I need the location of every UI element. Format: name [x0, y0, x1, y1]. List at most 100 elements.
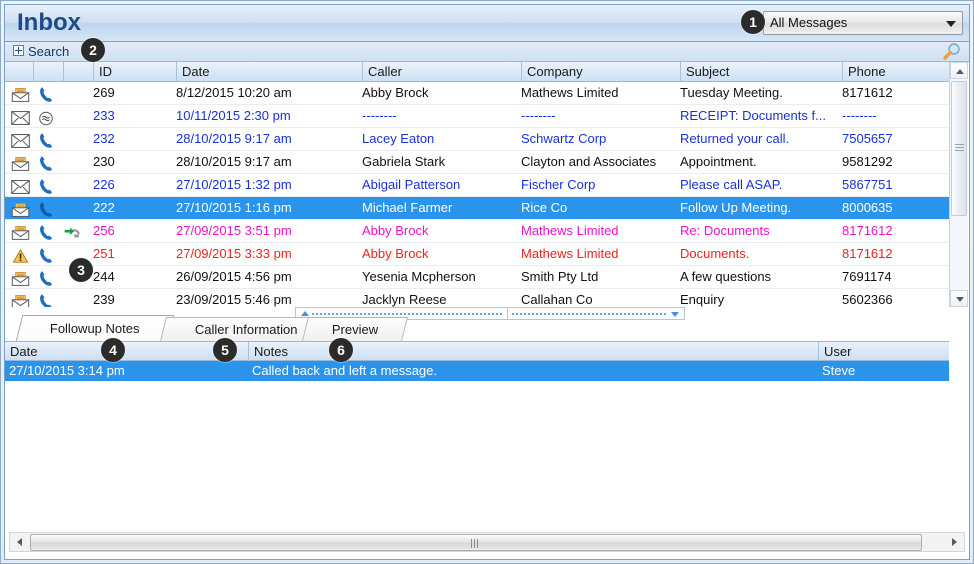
- cell-subject: Re: Documents: [680, 223, 770, 238]
- cell-id: 233: [93, 108, 115, 123]
- bottom-horizontal-scrollbar[interactable]: [9, 532, 965, 552]
- cell-id: 251: [93, 246, 115, 261]
- cell-phone: 8171612: [842, 85, 893, 100]
- cell-phone: --------: [842, 108, 877, 123]
- scroll-up-button[interactable]: [950, 62, 968, 79]
- messages-grid-header: ID Date Caller Company Subject Phone: [5, 62, 949, 82]
- tab-preview[interactable]: Preview: [302, 317, 408, 341]
- message-filter-dropdown[interactable]: All Messages: [763, 11, 963, 35]
- table-row[interactable]: 251 27/09/2015 3:33 pm Abby Brock Mathews L…: [5, 243, 949, 266]
- table-row[interactable]: 232 28/10/2015 9:17 am Lacey Eaton Schwartz…: [5, 128, 949, 151]
- column-header-date[interactable]: Date: [176, 62, 362, 81]
- callout-badge-4: 4: [101, 338, 125, 362]
- cell-id: 256: [93, 223, 115, 238]
- table-row[interactable]: 256 27/09/2015 3:51 pm Abby Brock Mathews L…: [5, 220, 949, 243]
- search-bar[interactable]: Search: [5, 42, 969, 62]
- cell-date: 8/12/2015 10:20 am: [176, 85, 292, 100]
- cell-caller: Jacklyn Reese: [362, 292, 447, 307]
- notes-cell-note: Called back and left a message.: [252, 363, 437, 378]
- plus-box-icon[interactable]: [13, 45, 24, 56]
- callout-badge-6: 6: [329, 338, 353, 362]
- tab-followup-notes[interactable]: Followup Notes: [15, 315, 175, 341]
- cell-phone: 8000635: [842, 200, 893, 215]
- table-row[interactable]: 269 8/12/2015 10:20 am Abby Brock Mathews L…: [5, 82, 949, 105]
- application-window: Inbox All Messages Search ID Date Caller…: [0, 0, 974, 564]
- cell-caller: Abigail Patterson: [362, 177, 461, 192]
- cell-company: Mathews Limited: [521, 246, 619, 261]
- table-row[interactable]: 222 27/10/2015 1:16 pm Michael Farmer Rice …: [5, 197, 949, 220]
- cell-company: Rice Co: [521, 200, 568, 215]
- cell-phone: 9581292: [842, 154, 893, 169]
- column-header-caller[interactable]: Caller: [362, 62, 521, 81]
- cell-id: 226: [93, 177, 115, 192]
- cell-date: 26/09/2015 4:56 pm: [176, 269, 292, 284]
- messages-grid: ID Date Caller Company Subject Phone 269…: [5, 62, 969, 307]
- column-header-phone[interactable]: Phone: [842, 62, 949, 81]
- cell-phone: 5602366: [842, 292, 893, 307]
- cell-phone: 8171612: [842, 246, 893, 261]
- cell-caller: Yesenia Mcpherson: [362, 269, 476, 284]
- title-bar: Inbox All Messages: [5, 5, 969, 42]
- column-header-subject[interactable]: Subject: [680, 62, 842, 81]
- cell-subject: Please call ASAP.: [680, 177, 783, 192]
- cell-subject: Appointment.: [680, 154, 757, 169]
- cell-caller: Abby Brock: [362, 246, 429, 261]
- followup-notes-grid: Date Notes User 27/10/2015 3:14 pm Called…: [5, 341, 969, 521]
- table-row[interactable]: 244 26/09/2015 4:56 pm Yesenia Mcpherson Sm…: [5, 266, 949, 289]
- cell-caller: --------: [362, 108, 397, 123]
- callout-badge-3: 3: [69, 258, 93, 282]
- cell-id: 244: [93, 269, 115, 284]
- cell-caller: Michael Farmer: [362, 200, 453, 215]
- callout-badge-5: 5: [213, 338, 237, 362]
- table-row[interactable]: 233 10/11/2015 2:30 pm -------- -------- REC…: [5, 105, 949, 128]
- cell-caller: Abby Brock: [362, 223, 429, 238]
- scroll-thumb[interactable]: [951, 81, 967, 216]
- hscroll-left-button[interactable]: [11, 534, 28, 550]
- cell-date: 27/09/2015 3:33 pm: [176, 246, 292, 261]
- cell-date: 28/10/2015 9:17 am: [176, 131, 292, 146]
- window-inner: Inbox All Messages Search ID Date Caller…: [4, 4, 970, 560]
- notes-cell-date: 27/10/2015 3:14 pm: [9, 363, 125, 378]
- cell-phone: 5867751: [842, 177, 893, 192]
- cell-subject: Documents.: [680, 246, 750, 261]
- tab-label: Followup Notes: [50, 321, 140, 336]
- cell-id: 230: [93, 154, 115, 169]
- column-header-status[interactable]: [5, 62, 33, 81]
- cell-id: 239: [93, 292, 115, 307]
- notes-grid-rows: 27/10/2015 3:14 pm Called back and left a…: [5, 361, 949, 521]
- cell-company: Callahan Co: [521, 292, 593, 307]
- grid-vertical-scrollbar[interactable]: [949, 62, 968, 307]
- column-header-id[interactable]: ID: [93, 62, 176, 81]
- table-row[interactable]: 239 23/09/2015 5:46 pm Jacklyn Reese Callah…: [5, 289, 949, 307]
- cell-id: 269: [93, 85, 115, 100]
- magnifier-icon[interactable]: [941, 43, 961, 61]
- detail-tabs: Followup Notes Caller Information Previe…: [5, 315, 969, 341]
- notes-grid-header: Date Notes User: [5, 341, 949, 361]
- page-title: Inbox: [17, 9, 81, 36]
- chevron-down-icon: [946, 21, 956, 27]
- table-row[interactable]: 226 27/10/2015 1:32 pm Abigail Patterson Fi…: [5, 174, 949, 197]
- notes-column-header-date[interactable]: Date: [5, 342, 248, 361]
- cell-company: Smith Pty Ltd: [521, 269, 599, 284]
- cell-subject: Follow Up Meeting.: [680, 200, 792, 215]
- cell-caller: Gabriela Stark: [362, 154, 446, 169]
- cell-subject: A few questions: [680, 269, 772, 284]
- callout-badge-1: 1: [741, 10, 765, 34]
- scroll-down-button[interactable]: [950, 290, 968, 307]
- tab-label: Caller Information: [194, 322, 298, 337]
- list-item[interactable]: 27/10/2015 3:14 pm Called back and left a…: [5, 361, 949, 381]
- message-filter-value: All Messages: [770, 15, 848, 30]
- cell-subject: RECEIPT: Documents f...: [680, 108, 826, 123]
- column-header-call[interactable]: [33, 62, 63, 81]
- hscroll-thumb[interactable]: [30, 534, 922, 551]
- cell-phone: 7691174: [842, 269, 892, 284]
- cell-company: Schwartz Corp: [521, 131, 607, 146]
- table-row[interactable]: 230 28/10/2015 9:17 am Gabriela Stark Clayt…: [5, 151, 949, 174]
- notes-column-header-user[interactable]: User: [818, 342, 949, 361]
- column-header-flag[interactable]: [63, 62, 93, 81]
- column-header-company[interactable]: Company: [521, 62, 680, 81]
- cell-company: Mathews Limited: [521, 223, 619, 238]
- cell-date: 27/09/2015 3:51 pm: [176, 223, 292, 238]
- cell-date: 23/09/2015 5:46 pm: [176, 292, 292, 307]
- hscroll-right-button[interactable]: [946, 534, 963, 550]
